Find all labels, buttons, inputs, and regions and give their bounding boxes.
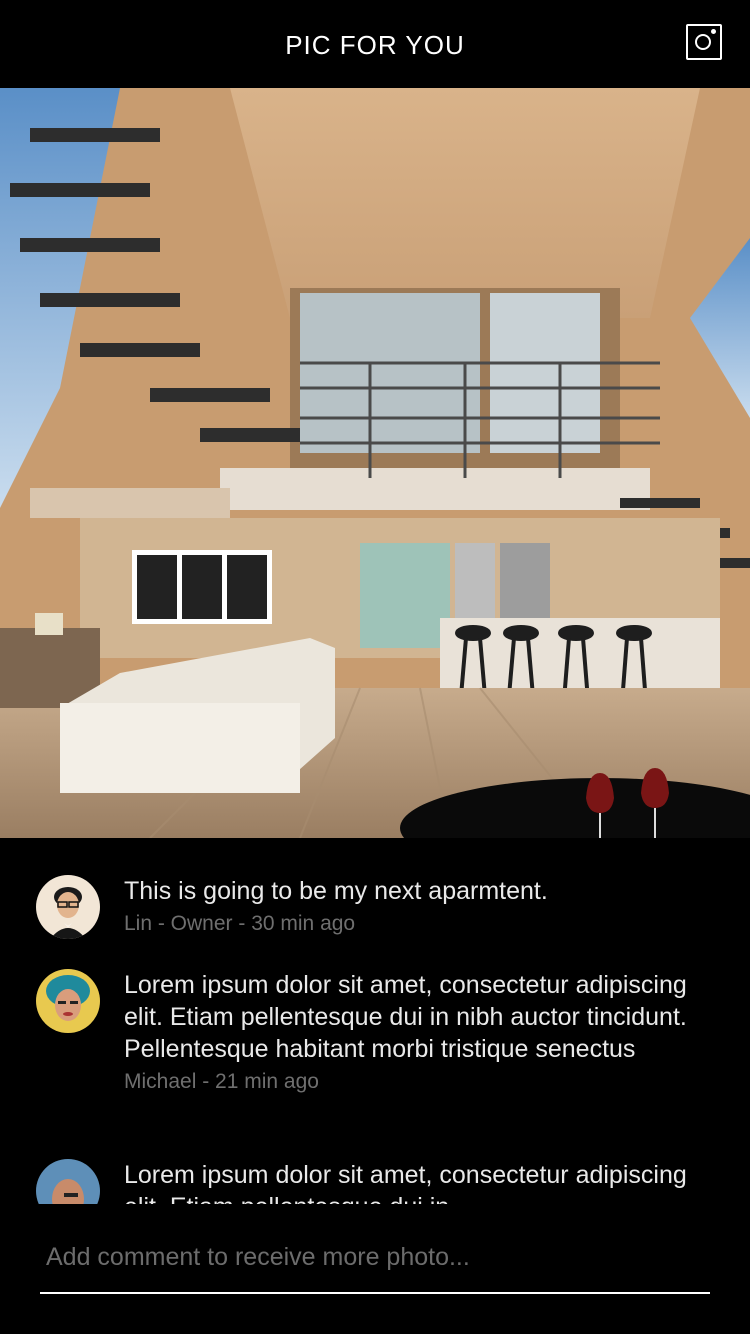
comment-text: This is going to be my next aparmtent.	[124, 877, 548, 905]
page-title: PIC FOR YOU	[285, 30, 465, 60]
avatar-michael[interactable]	[36, 969, 100, 1033]
camera-icon[interactable]	[686, 24, 722, 60]
avatar-image	[36, 969, 100, 1033]
interior-photo-illustration	[0, 88, 750, 838]
comment-body: Lorem ipsum dolor sit amet, consectetur …	[124, 1159, 714, 1204]
camera-lens	[695, 34, 711, 50]
comment-input[interactable]	[44, 1236, 708, 1278]
avatar-image	[36, 875, 100, 939]
comment-list[interactable]: This is going to be my next aparmtent. L…	[0, 838, 750, 1204]
comment-composer	[40, 1226, 710, 1294]
camera-flash-dot	[711, 29, 716, 34]
avatar-third[interactable]	[36, 1159, 100, 1204]
top-bar: PIC FOR YOU	[0, 0, 750, 88]
comment-meta: Lin - Owner - 30 min ago	[124, 912, 356, 935]
featured-photo[interactable]	[0, 88, 750, 838]
avatar-image	[36, 1159, 100, 1204]
comment-body: This is going to be my next aparmtent. L…	[124, 875, 714, 938]
avatar-lin[interactable]	[36, 875, 100, 939]
comment-text: Lorem ipsum dolor sit amet, consectetur …	[124, 971, 687, 1063]
comment-body: Lorem ipsum dolor sit amet, consectetur …	[124, 969, 714, 1096]
comment-text: Lorem ipsum dolor sit amet, consectetur …	[124, 1161, 687, 1204]
comment-meta: Michael - 21 min ago	[124, 1070, 319, 1093]
